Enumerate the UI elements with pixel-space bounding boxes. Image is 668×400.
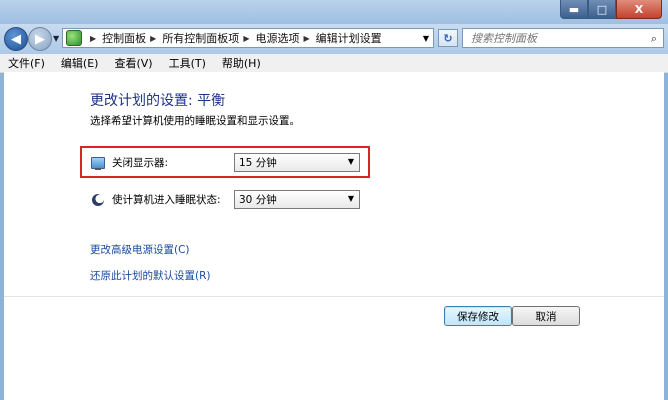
navigation-bar: ◀ ▶ ▼ ▶ 控制面板 ▶ 所有控制面板项 ▶ 电源选项 ▶ 编辑计划设置 ▼…: [0, 24, 668, 54]
breadcrumb-item-edit-plan[interactable]: 编辑计划设置: [316, 30, 382, 46]
search-box[interactable]: ⌕: [462, 28, 664, 48]
chevron-right-icon[interactable]: ▶: [243, 34, 249, 43]
moon-icon: [90, 192, 106, 208]
menu-bar: 文件(F) 编辑(E) 查看(V) 工具(T) 帮助(H): [0, 54, 668, 73]
breadcrumb-item-power-options[interactable]: 电源选项: [255, 30, 299, 46]
title-bar: ▬ □ X: [0, 0, 668, 24]
address-dropdown-icon[interactable]: ▼: [419, 29, 433, 47]
chevron-right-icon[interactable]: ▶: [150, 34, 156, 43]
back-button[interactable]: ◀: [4, 27, 28, 51]
recent-pages-dropdown-icon[interactable]: ▼: [53, 34, 59, 43]
breadcrumb-item-all-items[interactable]: 所有控制面板项: [162, 30, 239, 46]
display-off-value: 15 分钟: [239, 157, 277, 169]
display-setting-row: 关闭显示器: 15 分钟 ▼: [90, 153, 360, 172]
restore-defaults-link[interactable]: 还原此计划的默认设置(R): [90, 268, 211, 283]
search-input[interactable]: [469, 30, 643, 46]
menu-help[interactable]: 帮助(H): [214, 55, 269, 71]
minimize-button[interactable]: ▬: [560, 0, 588, 19]
arrow-left-icon: ◀: [11, 31, 21, 47]
refresh-icon: ↻: [443, 31, 453, 45]
menu-edit[interactable]: 编辑(E): [53, 55, 107, 71]
address-bar[interactable]: ▶ 控制面板 ▶ 所有控制面板项 ▶ 电源选项 ▶ 编辑计划设置 ▼: [62, 28, 434, 48]
maximize-button[interactable]: □: [588, 0, 616, 19]
page-subtitle: 选择希望计算机使用的睡眠设置和显示设置。: [90, 115, 300, 127]
display-off-label: 关闭显示器:: [112, 157, 169, 169]
display-off-select[interactable]: 15 分钟 ▼: [234, 153, 360, 172]
close-button[interactable]: X: [616, 0, 662, 19]
chevron-down-icon: ▼: [347, 157, 354, 166]
monitor-icon: [90, 155, 106, 171]
search-icon[interactable]: ⌕: [651, 32, 657, 46]
sleep-select[interactable]: 30 分钟 ▼: [234, 190, 360, 209]
sleep-value: 30 分钟: [239, 194, 277, 206]
advanced-settings-link[interactable]: 更改高级电源设置(C): [90, 242, 190, 257]
chevron-right-icon[interactable]: ▶: [90, 34, 96, 43]
chevron-right-icon[interactable]: ▶: [303, 34, 309, 43]
breadcrumb: ▶ 控制面板 ▶ 所有控制面板项 ▶ 电源选项 ▶ 编辑计划设置: [86, 30, 382, 46]
chevron-down-icon: ▼: [347, 194, 354, 203]
menu-view[interactable]: 查看(V): [106, 55, 160, 71]
sleep-setting-row: 使计算机进入睡眠状态: 30 分钟 ▼: [90, 190, 360, 209]
forward-button[interactable]: ▶: [28, 27, 52, 51]
page-title: 更改计划的设置: 平衡: [90, 93, 226, 109]
control-panel-icon: [66, 30, 82, 46]
menu-tools[interactable]: 工具(T): [161, 55, 214, 71]
arrow-right-icon: ▶: [35, 31, 45, 47]
save-button[interactable]: 保存修改: [444, 306, 512, 326]
menu-file[interactable]: 文件(F): [0, 55, 53, 71]
breadcrumb-item-control-panel[interactable]: 控制面板: [102, 30, 146, 46]
cancel-button[interactable]: 取消: [512, 306, 580, 326]
main-content: 更改计划的设置: 平衡 选择希望计算机使用的睡眠设置和显示设置。 关闭显示器: …: [4, 72, 664, 400]
refresh-button[interactable]: ↻: [438, 29, 458, 47]
divider: [4, 296, 664, 297]
window-controls: ▬ □ X: [560, 0, 662, 19]
sleep-label: 使计算机进入睡眠状态:: [112, 194, 221, 206]
